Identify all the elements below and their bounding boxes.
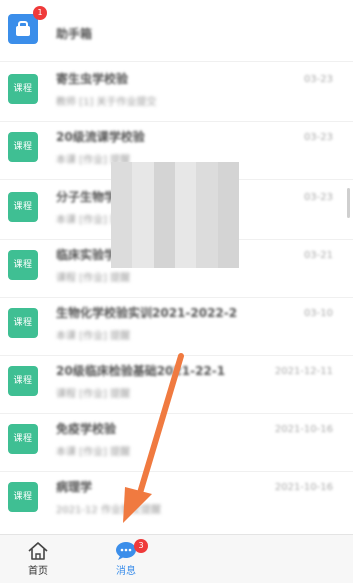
tab-messages[interactable]: 3 消息: [101, 539, 151, 581]
message-time: 2021-10-16: [274, 482, 333, 493]
tab-home[interactable]: 首页: [13, 541, 63, 581]
message-item[interactable]: 课程 免疫学校验 本课 [作业] 提醒 2021-10-16: [0, 414, 353, 472]
message-item[interactable]: 课程 20级临床检验基础2021-22-1 课程 [作业] 提醒 2021-12…: [0, 356, 353, 414]
message-preview: 本课 [作业] 提醒: [56, 331, 131, 342]
message-time: 2021-10-16: [274, 424, 333, 435]
message-time: 03-23: [303, 192, 333, 203]
message-preview: 课程 [作业] 提醒: [56, 389, 131, 400]
privacy-mosaic: [111, 162, 239, 268]
message-title: 免疫学校验: [56, 422, 117, 436]
message-list: 1 助手箱 课程 寄生虫学校验 教师 [1] 关于作业提交 03-23 课程 2…: [0, 0, 353, 535]
message-time: 03-21: [303, 250, 333, 261]
message-preview: 课程 [作业] 提醒: [56, 273, 131, 284]
course-avatar: 课程: [8, 424, 38, 454]
tab-home-label: 首页: [28, 566, 48, 577]
divider: [0, 61, 353, 62]
message-title: 病理学: [56, 480, 93, 494]
unread-badge: 1: [33, 6, 47, 20]
message-preview: 2021-12 作业提交提醒: [56, 505, 161, 516]
message-title: 20级流课学校验: [56, 130, 145, 144]
message-item[interactable]: 1 助手箱: [0, 4, 353, 62]
message-title: 20级临床检验基础2021-22-1: [56, 364, 226, 378]
course-avatar: 课程: [8, 192, 38, 222]
message-time: 2021-12-11: [274, 366, 333, 377]
home-icon: [28, 542, 48, 560]
scrollbar[interactable]: [347, 188, 350, 218]
bottom-tab-bar: 首页 3 消息: [0, 534, 353, 583]
course-avatar: 课程: [8, 250, 38, 280]
course-avatar: 课程: [8, 366, 38, 396]
message-item[interactable]: 课程 寄生虫学校验 教师 [1] 关于作业提交 03-23: [0, 64, 353, 122]
message-item[interactable]: 课程 生物化学校验实训2021-2022-2 本课 [作业] 提醒 03-10: [0, 298, 353, 356]
message-time: 03-23: [303, 132, 333, 143]
group-avatar-icon: [8, 14, 38, 44]
message-title: 寄生虫学校验: [56, 72, 129, 86]
course-avatar: 课程: [8, 74, 38, 104]
course-avatar: 课程: [8, 132, 38, 162]
message-time: 03-23: [303, 74, 333, 85]
message-preview: 教师 [1] 关于作业提交: [56, 97, 157, 108]
course-avatar: 课程: [8, 308, 38, 338]
message-preview: 本课 [作业] 提醒: [56, 447, 131, 458]
message-title: 生物化学校验实训2021-2022-2: [56, 306, 238, 320]
message-item[interactable]: 课程 病理学 2021-12 作业提交提醒 2021-10-16: [0, 472, 353, 530]
message-time: 03-10: [303, 308, 333, 319]
message-title: 助手箱: [56, 27, 93, 41]
course-avatar: 课程: [8, 482, 38, 512]
tab-messages-badge: 3: [134, 539, 148, 553]
tab-messages-label: 消息: [116, 566, 136, 577]
